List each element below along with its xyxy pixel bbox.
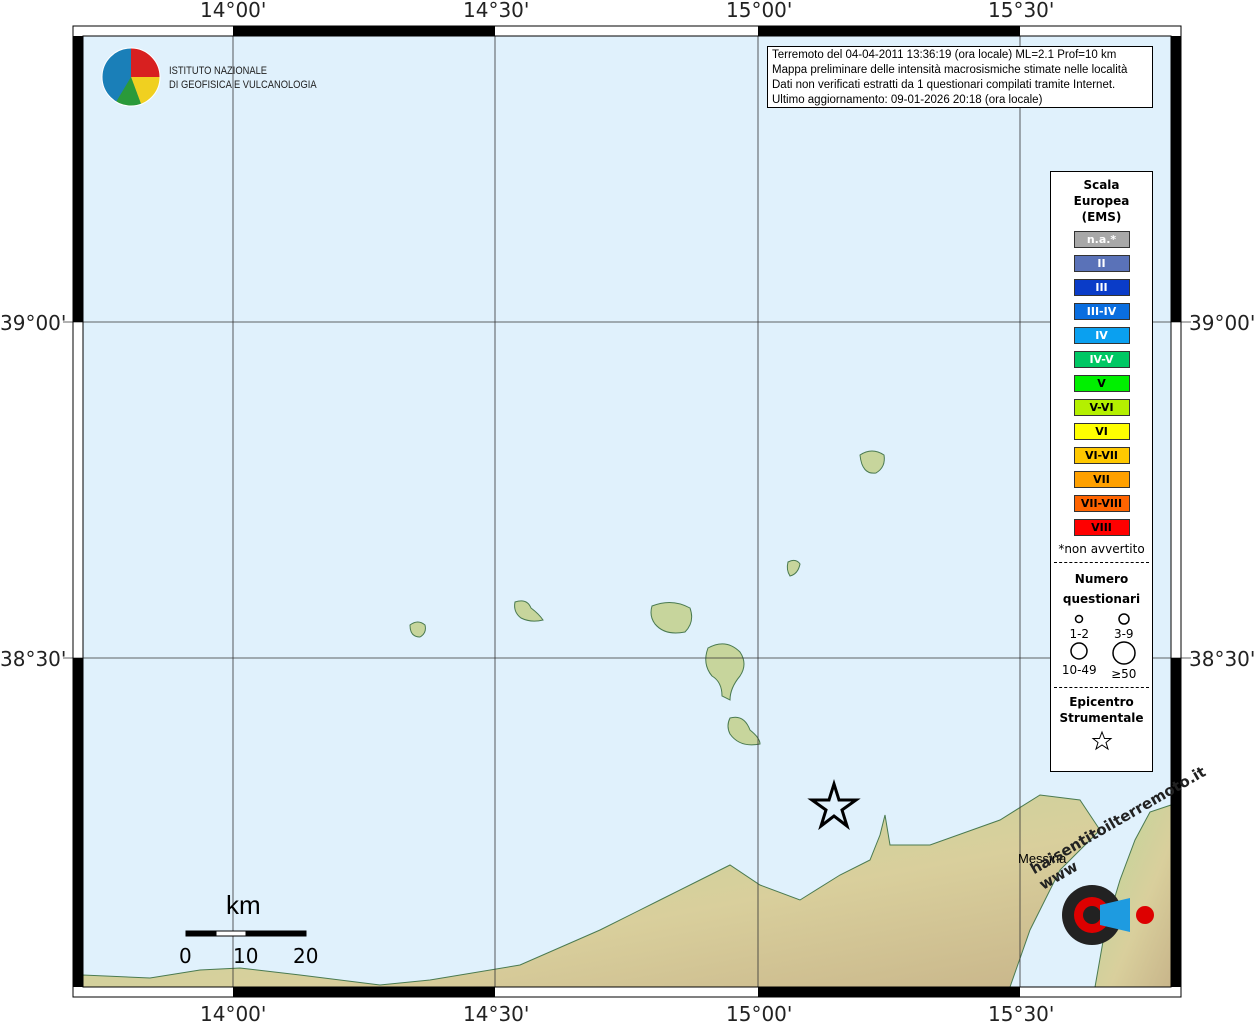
legend: Scala Europea (EMS) n.a.* II III III-IV IV IV-V…	[1050, 171, 1153, 772]
lat-label-left: 39°00'	[0, 311, 67, 335]
legend-title: Scala Europea (EMS)	[1073, 178, 1130, 224]
ems-swatch: III-IV	[1073, 303, 1130, 320]
lon-label-top: 15°00'	[726, 0, 793, 22]
info-line: Mappa preliminare delle intensità macros…	[772, 64, 1128, 76]
info-line: Dati non verificati estratti da 1 questi…	[772, 79, 1116, 91]
ingv-logo-text: ISTITUTO NAZIONALE DI GEOFISICA E VULCANO…	[169, 65, 317, 91]
scale-bar-tick: 0	[179, 944, 192, 968]
scale-bar-tick: 20	[293, 944, 319, 968]
lon-label-top: 14°30'	[463, 0, 530, 22]
legend-note: *non avvertito	[1058, 542, 1145, 556]
ingv-logo-icon	[101, 47, 161, 107]
ems-swatch: V-VI	[1073, 399, 1130, 416]
info-line: Ultimo aggiornamento: 09-01-2026 20:18 (…	[772, 94, 1043, 106]
ems-swatch: n.a.*	[1073, 231, 1130, 248]
scale-bar-tick: 10	[233, 944, 259, 968]
lon-label-bottom: 15°00'	[726, 1002, 793, 1026]
lon-label-top: 14°00'	[200, 0, 267, 22]
lon-label-bottom: 14°00'	[200, 1002, 267, 1026]
epicenter-title: Epicentro Strumentale	[1059, 695, 1144, 725]
ems-swatch: VII	[1073, 471, 1130, 488]
ems-swatch: VIII	[1073, 519, 1130, 536]
ems-swatch: IV-V	[1073, 351, 1130, 368]
lat-label-right: 38°30'	[1189, 647, 1254, 671]
lon-label-top: 15°30'	[988, 0, 1055, 22]
ems-swatch: VI	[1073, 423, 1130, 440]
lon-label-bottom: 15°30'	[988, 1002, 1055, 1026]
lon-label-bottom: 14°30'	[463, 1002, 530, 1026]
star-icon	[1091, 730, 1112, 751]
ems-swatch: III	[1073, 279, 1130, 296]
lat-label-left: 38°30'	[0, 647, 67, 671]
questionnaire-title: Numero questionari	[1062, 572, 1141, 606]
ems-swatch: V	[1073, 375, 1130, 392]
scale-bar	[185, 930, 307, 937]
scale-bar-unit: km	[226, 890, 261, 920]
info-line: Terremoto del 04-04-2011 13:36:19 (ora l…	[772, 49, 1117, 61]
questionnaire-sizes: 1-2 3-9 10-49 ≥50	[1057, 613, 1146, 681]
ems-swatch: II	[1073, 255, 1130, 272]
ems-swatch: VI-VII	[1073, 447, 1130, 464]
event-info-box: Terremoto del 04-04-2011 13:36:19 (ora l…	[767, 46, 1153, 108]
ems-scale: n.a.* II III III-IV IV IV-V V V-VI VI VI-VII VII VI…	[1051, 231, 1152, 536]
ems-swatch: IV	[1073, 327, 1130, 344]
ems-swatch: VII-VIII	[1073, 495, 1130, 512]
lat-label-right: 39°00'	[1189, 311, 1254, 335]
